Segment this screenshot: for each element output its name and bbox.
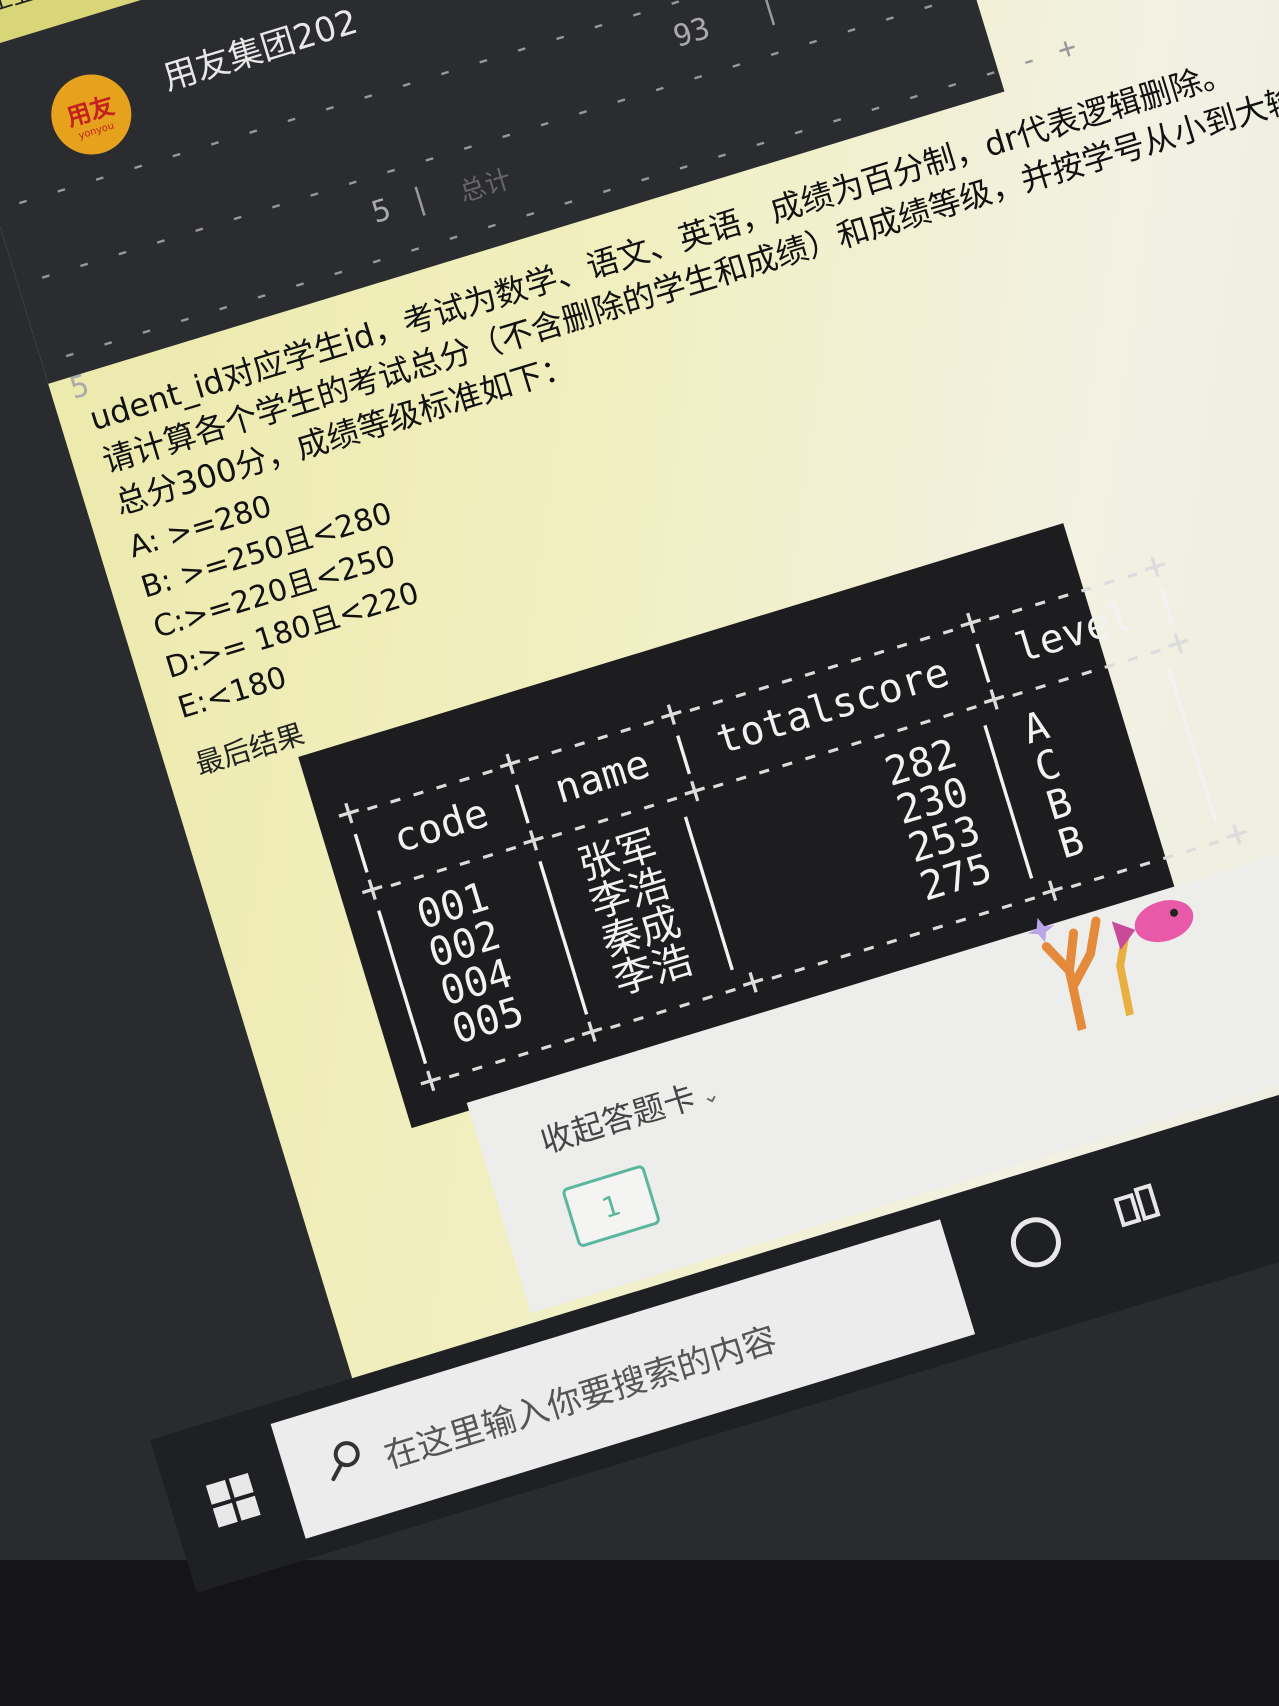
search-icon	[331, 1441, 360, 1482]
collapse-answer-card-button[interactable]: 收起答题卡⌄	[534, 1065, 724, 1163]
cortana-icon[interactable]	[1004, 1211, 1068, 1274]
yonyou-logo: 用友 yonyou	[41, 64, 142, 165]
collapse-label: 收起答题卡	[536, 1077, 701, 1161]
windows-start-icon[interactable]	[205, 1472, 261, 1528]
question-number-button[interactable]: 1	[561, 1163, 662, 1249]
page-title: 用友集团202	[158, 1, 363, 99]
task-view-icon[interactable]	[1110, 1181, 1164, 1232]
chevron-down-icon: ⌄	[698, 1081, 723, 1111]
monitor-bezel	[0, 1560, 1279, 1706]
table-cell: 5	[367, 192, 396, 231]
table-border: |	[405, 180, 434, 220]
table-border: |	[755, 0, 783, 29]
